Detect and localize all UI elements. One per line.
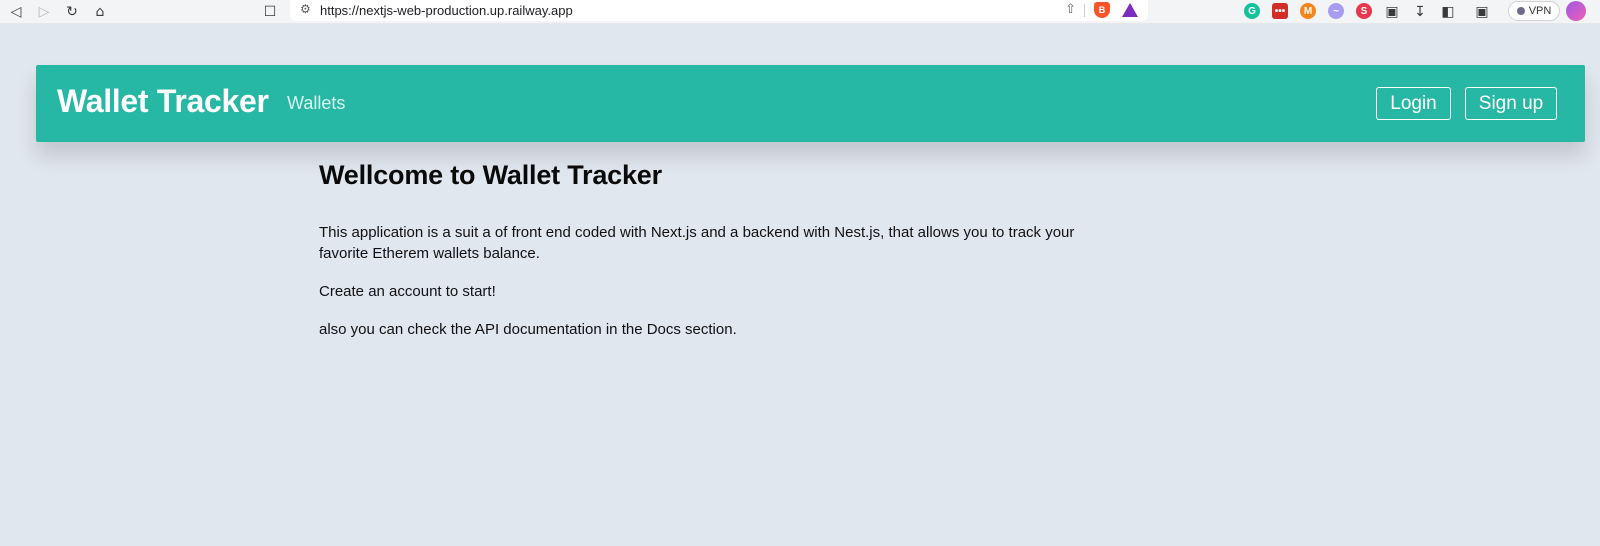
lastpass-icon[interactable]: ••• <box>1272 3 1288 19</box>
download-icon[interactable]: ↧ <box>1410 2 1430 22</box>
vpn-label: VPN <box>1528 5 1552 17</box>
app-navbar: Wallet Tracker Wallets Login Sign up <box>36 65 1585 142</box>
metamask-icon[interactable]: M <box>1300 3 1316 19</box>
profile-avatar[interactable] <box>1566 1 1586 21</box>
cta-paragraph: Create an account to start! <box>319 283 496 300</box>
docs-paragraph: also you can check the API documentation… <box>319 321 737 338</box>
extension-icon[interactable]: S <box>1356 3 1372 19</box>
nav-link-wallets[interactable]: Wallets <box>287 93 345 114</box>
share-icon[interactable]: ⇧ <box>1065 2 1076 17</box>
reload-icon[interactable]: ↻ <box>62 2 82 22</box>
address-bar[interactable]: ⚙ https://nextjs-web-production.up.railw… <box>290 0 1148 21</box>
puzzle-icon[interactable]: ▣ <box>1382 2 1402 22</box>
brave-shield-icon[interactable]: B <box>1094 2 1110 18</box>
back-icon[interactable]: ◁ <box>6 2 26 22</box>
divider <box>1084 4 1085 17</box>
sidebar-icon[interactable]: ◧ <box>1438 2 1458 22</box>
login-button[interactable]: Login <box>1376 87 1451 120</box>
bookmark-icon[interactable]: ☐ <box>260 2 280 22</box>
brand-title[interactable]: Wallet Tracker <box>57 83 269 120</box>
brave-rewards-icon[interactable] <box>1122 3 1138 17</box>
forward-icon[interactable]: ▷ <box>34 2 54 22</box>
signup-button[interactable]: Sign up <box>1465 87 1557 120</box>
extension-icon[interactable]: ~ <box>1328 3 1344 19</box>
grammarly-icon[interactable]: G <box>1244 3 1260 19</box>
url-text[interactable]: https://nextjs-web-production.up.railway… <box>320 3 573 18</box>
page-title: Wellcome to Wallet Tracker <box>319 160 662 190</box>
home-icon[interactable]: ⌂ <box>90 2 110 22</box>
vpn-button[interactable]: VPN <box>1508 1 1560 21</box>
vpn-status-icon <box>1516 7 1525 15</box>
wallet-icon[interactable]: ▣ <box>1472 2 1492 22</box>
browser-toolbar: ◁ ▷ ↻ ⌂ ☐ ⚙ https://nextjs-web-productio… <box>0 0 1600 24</box>
main-content: Wellcome to Wallet Tracker This applicat… <box>319 160 1079 357</box>
intro-paragraph: This application is a suit a of front en… <box>319 224 1075 262</box>
site-settings-icon[interactable]: ⚙ <box>300 2 311 16</box>
